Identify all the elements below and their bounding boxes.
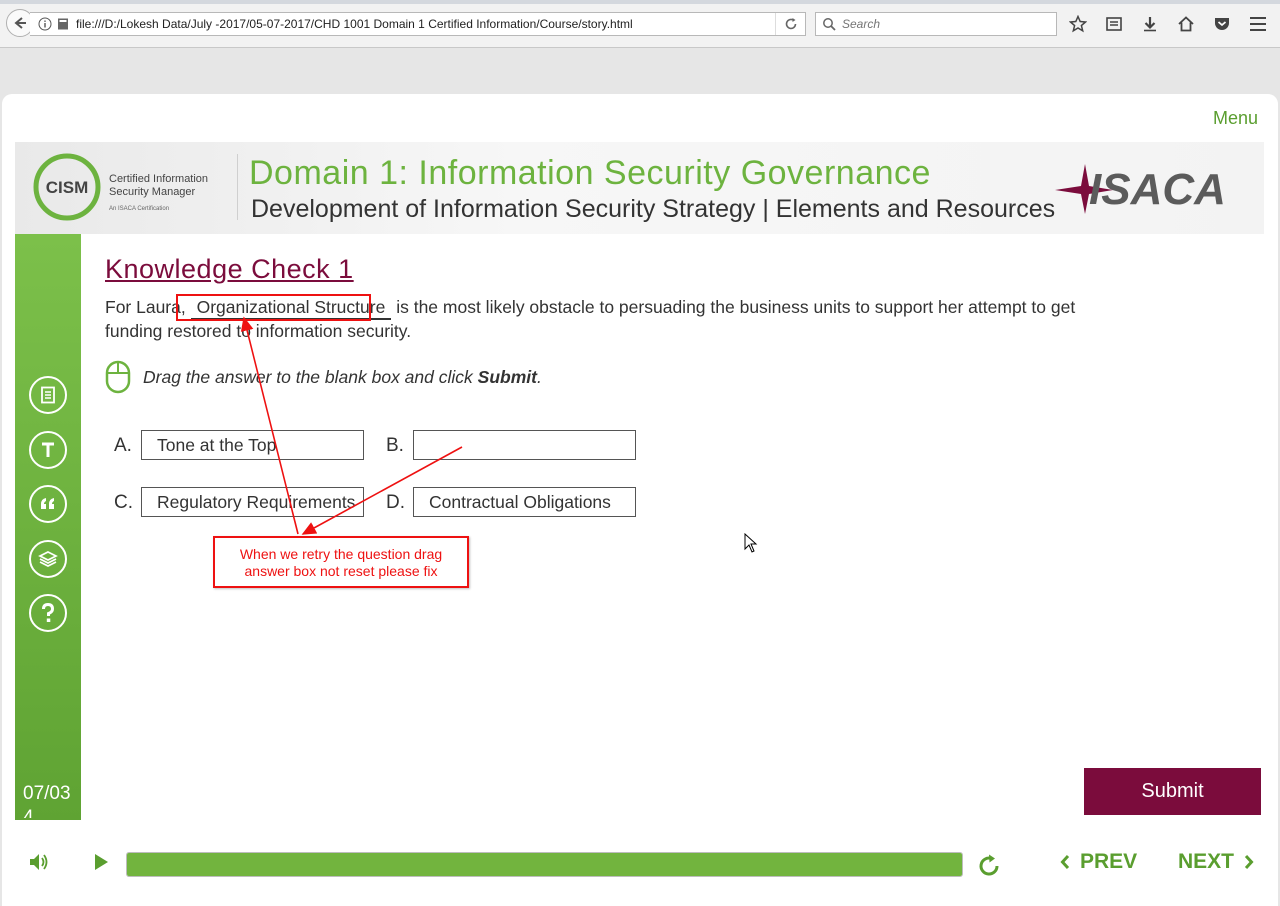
replay-icon[interactable]: [976, 853, 1002, 879]
chevron-right-icon: [1244, 854, 1254, 870]
instruction-text: Drag the answer to the blank box and cli…: [143, 366, 542, 387]
mouse-cursor-icon: [744, 533, 758, 553]
course-banner: CISM Certified Information Security Mana…: [15, 142, 1264, 234]
option-box-c[interactable]: Regulatory Requirements: [141, 487, 364, 517]
banner-divider: [237, 154, 238, 220]
pocket-icon[interactable]: [1210, 12, 1234, 36]
search-box[interactable]: [815, 12, 1057, 36]
cism-logo: CISM Certified Information Security Mana…: [33, 153, 208, 221]
option-letter-d: D.: [386, 492, 405, 513]
page-counter: 07/034: [23, 783, 71, 818]
player-controls: PREV NEXT: [2, 820, 1278, 906]
notes-icon[interactable]: [29, 376, 67, 414]
svg-text:ISACA: ISACA: [1089, 165, 1226, 214]
help-icon[interactable]: [29, 594, 67, 632]
option-letter-b: B.: [386, 435, 404, 456]
url-bar[interactable]: file:///D:/Lokesh Data/July -2017/05-07-…: [30, 12, 806, 36]
page-icon: [58, 18, 68, 30]
option-box-d[interactable]: Contractual Obligations: [413, 487, 636, 517]
banner-title: Domain 1: Information Security Governanc…: [249, 154, 931, 192]
question-prefix: For Laura,: [105, 297, 186, 317]
info-icon[interactable]: [38, 17, 52, 31]
annotation-note: When we retry the question drag answer b…: [213, 536, 469, 588]
quote-icon[interactable]: [29, 485, 67, 523]
isaca-logo: ISACA: [1055, 164, 1226, 214]
instruction-row: Drag the answer to the blank box and cli…: [105, 360, 542, 394]
download-icon[interactable]: [1138, 12, 1162, 36]
tab-strip: [0, 0, 1280, 4]
volume-icon[interactable]: [28, 852, 50, 872]
bookmark-star-icon[interactable]: [1066, 12, 1090, 36]
reload-button[interactable]: [775, 13, 805, 35]
transcript-icon[interactable]: [29, 431, 67, 469]
course-sidebar: 07/034: [15, 234, 81, 820]
knowledge-check-title: Knowledge Check 1: [105, 254, 354, 284]
option-box-b[interactable]: [413, 430, 636, 460]
search-icon: [823, 18, 836, 31]
svg-text:Security Manager: Security Manager: [109, 186, 196, 198]
option-box-a[interactable]: Tone at the Top: [141, 430, 364, 460]
search-input[interactable]: [842, 17, 1042, 31]
browser-toolbar: file:///D:/Lokesh Data/July -2017/05-07-…: [0, 0, 1280, 48]
svg-text:CISM: CISM: [46, 178, 89, 197]
option-letter-a: A.: [114, 435, 132, 456]
next-label: NEXT: [1178, 850, 1235, 873]
back-arrow-icon: [14, 17, 26, 29]
reading-list-icon[interactable]: [1102, 12, 1126, 36]
course-menu-link[interactable]: Menu: [1213, 108, 1258, 129]
reload-icon: [785, 18, 796, 30]
progress-bar[interactable]: [126, 852, 963, 877]
hamburger-menu-icon[interactable]: [1246, 12, 1270, 36]
option-letter-c: C.: [114, 492, 133, 513]
prev-label: PREV: [1080, 850, 1138, 873]
prev-button[interactable]: PREV: [1060, 850, 1137, 874]
mouse-icon: [105, 360, 131, 394]
banner-subtitle: Development of Information Security Stra…: [251, 195, 1056, 223]
course-window: Menu CISM Certified Information Security…: [2, 94, 1278, 906]
toolbar-icons: [1066, 12, 1234, 36]
svg-text:Certified Information: Certified Information: [109, 173, 208, 185]
home-icon[interactable]: [1174, 12, 1198, 36]
progress-fill: [127, 853, 962, 876]
url-text[interactable]: file:///D:/Lokesh Data/July -2017/05-07-…: [76, 17, 775, 31]
chevron-left-icon: [1060, 854, 1070, 870]
play-icon[interactable]: [92, 852, 110, 872]
submit-button[interactable]: Submit: [1084, 768, 1261, 815]
annotation-highlight-box: [176, 294, 371, 321]
next-button[interactable]: NEXT: [1178, 850, 1254, 874]
resources-layers-icon[interactable]: [29, 540, 67, 578]
svg-text:An ISACA Certification: An ISACA Certification: [109, 206, 169, 212]
